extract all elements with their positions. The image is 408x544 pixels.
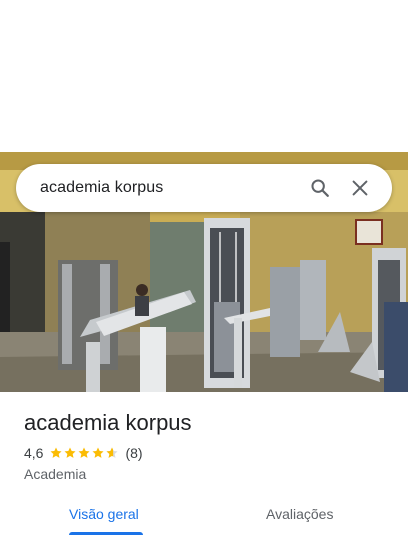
place-info-panel: academia korpus 4,6 (8) Academia Visão g… <box>0 392 408 544</box>
search-button[interactable] <box>300 168 340 208</box>
rating-row[interactable]: 4,6 (8) <box>24 445 143 461</box>
star-full-icon <box>50 447 63 458</box>
map-top-area <box>0 0 408 152</box>
clear-search-button[interactable] <box>340 168 380 208</box>
search-icon <box>311 179 329 197</box>
search-bar[interactable]: academia korpus <box>16 164 392 212</box>
search-input[interactable]: academia korpus <box>40 179 300 197</box>
review-count: (8) <box>125 445 143 461</box>
place-title: academia korpus <box>24 410 192 435</box>
tab-reviews[interactable]: Avaliações <box>266 506 333 522</box>
tab-selected-indicator <box>69 532 143 535</box>
star-full-icon <box>92 447 105 458</box>
rating-stars <box>49 446 119 460</box>
star-half-icon <box>106 447 119 458</box>
place-tabs: Visão geral Avaliações <box>0 500 408 544</box>
place-category: Academia <box>24 466 87 482</box>
close-icon <box>352 180 368 196</box>
rating-value: 4,6 <box>24 445 44 461</box>
star-full-icon <box>64 447 77 458</box>
tab-overview[interactable]: Visão geral <box>69 506 139 522</box>
star-full-icon <box>78 447 91 458</box>
